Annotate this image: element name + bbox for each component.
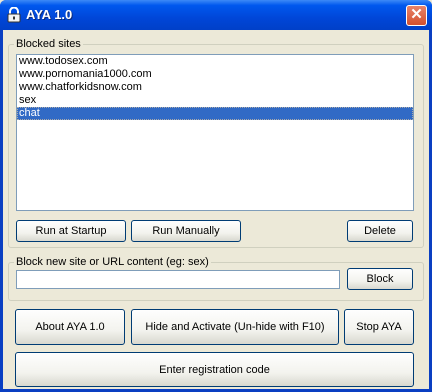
registration-button[interactable]: Enter registration code (15, 352, 414, 387)
list-item[interactable]: www.todosex.com (17, 55, 413, 68)
client-area: Blocked sites www.todosex.com www.pornoma… (3, 30, 429, 389)
run-manually-button[interactable]: Run Manually (131, 220, 241, 242)
block-button[interactable]: Block (347, 268, 413, 290)
run-at-startup-button[interactable]: Run at Startup (16, 220, 126, 242)
delete-button[interactable]: Delete (347, 220, 413, 242)
window-title: AYA 1.0 (26, 7, 73, 22)
lock-icon (7, 7, 21, 23)
list-item[interactable]: www.chatforkidsnow.com (17, 81, 413, 94)
title-bar[interactable]: AYA 1.0 ✕ (0, 0, 432, 30)
close-button[interactable]: ✕ (406, 5, 427, 26)
stop-button[interactable]: Stop AYA (344, 309, 414, 345)
block-site-input[interactable] (16, 270, 340, 289)
blocked-sites-label: Blocked sites (14, 38, 83, 50)
block-new-label: Block new site or URL content (eg: sex) (14, 256, 211, 268)
app-window: AYA 1.0 ✕ Blocked sites www.todosex.com w… (0, 0, 432, 392)
about-button[interactable]: About AYA 1.0 (15, 309, 125, 345)
close-icon: ✕ (410, 6, 423, 23)
hide-activate-button[interactable]: Hide and Activate (Un-hide with F10) (131, 309, 339, 345)
blocked-sites-list[interactable]: www.todosex.com www.pornomania1000.com www… (16, 54, 414, 211)
list-item[interactable]: www.pornomania1000.com (17, 68, 413, 81)
list-item[interactable]: sex (17, 94, 413, 107)
list-item[interactable]: chat (17, 107, 413, 120)
